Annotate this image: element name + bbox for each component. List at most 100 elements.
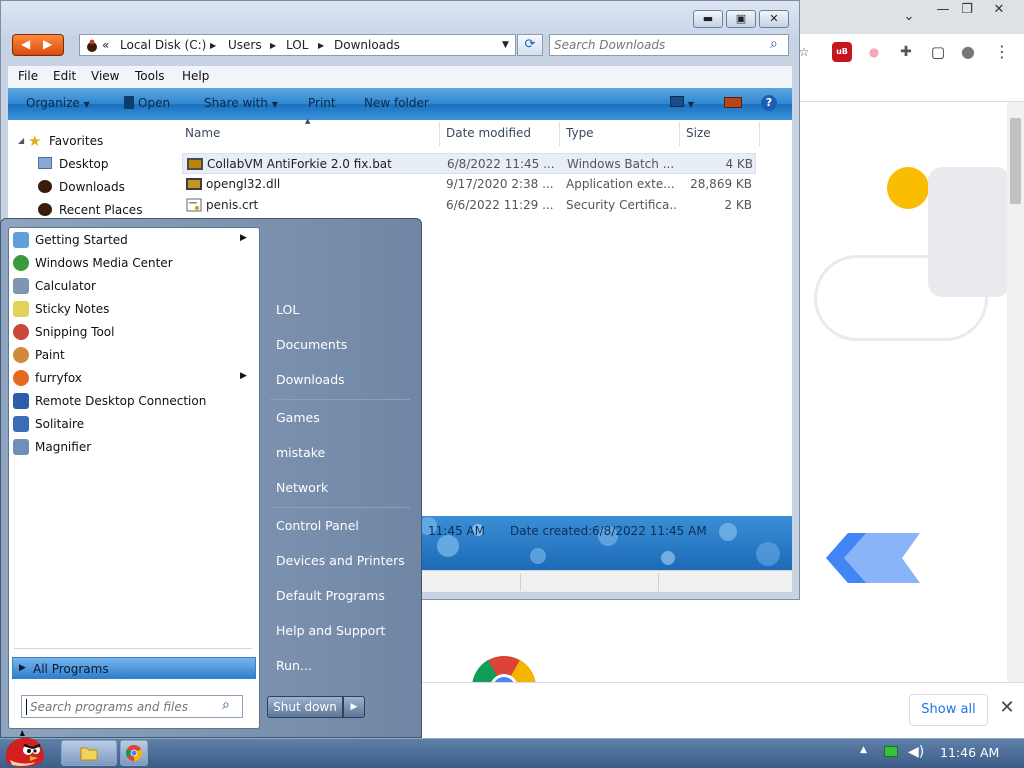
program-snipping-tool[interactable]: Snipping Tool — [8, 321, 258, 343]
side-panel-icon[interactable]: ▢ — [928, 42, 948, 62]
start-search-box[interactable]: ⌕ — [21, 695, 243, 718]
address-bar[interactable]: « Local Disk (C:) ▶ Users ▶ LOL ▶ Downlo… — [79, 34, 516, 56]
start-link-default-programs[interactable]: Default Programs — [276, 588, 385, 603]
chrome-close-button[interactable]: ✕ — [982, 0, 1016, 21]
start-link-games[interactable]: Games — [276, 410, 320, 425]
address-separator[interactable]: ▶ — [270, 41, 276, 50]
start-link-devices-and-printers[interactable]: Devices and Printers — [276, 553, 405, 568]
address-part-lol[interactable]: LOL — [286, 38, 308, 52]
file-row[interactable]: CollabVM AntiForkie 2.0 fix.bat 6/8/2022… — [182, 153, 756, 174]
tray-expand-icon[interactable]: ▲ — [860, 745, 867, 755]
explorer-search-input[interactable] — [554, 37, 764, 53]
program-solitaire[interactable]: Solitaire — [8, 413, 258, 435]
column-separator[interactable] — [679, 122, 680, 146]
start-link-lol[interactable]: LOL — [276, 302, 299, 317]
start-link-control-panel[interactable]: Control Panel — [276, 518, 359, 533]
explorer-maximize-button[interactable]: ▣ — [726, 10, 756, 28]
forward-button[interactable]: ▶ — [43, 37, 52, 51]
menu-file[interactable]: File — [18, 69, 38, 83]
chrome-tab-search-icon[interactable]: ⌄ — [892, 6, 926, 28]
ublock-icon[interactable]: uB — [832, 42, 852, 62]
program-magnifier[interactable]: Magnifier — [8, 436, 258, 458]
expand-triangle-icon[interactable]: ◢ — [18, 136, 24, 145]
all-programs-button[interactable]: ▶ All Programs — [12, 657, 256, 679]
file-row[interactable]: opengl32.dll 9/17/2020 2:38 ... Applicat… — [182, 174, 756, 195]
address-separator[interactable]: ▶ — [210, 41, 216, 50]
back-button[interactable]: ◀ — [21, 37, 30, 51]
desktop-icon — [38, 157, 52, 169]
print-button[interactable]: Print — [308, 96, 336, 110]
start-link-help-and-support[interactable]: Help and Support — [276, 623, 385, 638]
explorer-close-button[interactable]: ✕ — [759, 10, 789, 28]
shut-down-options-icon[interactable]: ▶ — [343, 696, 365, 718]
start-button-angry-bird-icon[interactable] — [2, 730, 46, 768]
explorer-minimize-button[interactable]: ▬ — [693, 10, 723, 28]
start-link-run[interactable]: Run... — [276, 658, 312, 673]
program-remote-desktop-connection[interactable]: Remote Desktop Connection — [8, 390, 258, 412]
search-icon[interactable]: ⌕ — [770, 36, 778, 52]
nav-downloads[interactable]: Downloads — [59, 180, 125, 194]
chrome-restore-button[interactable]: ❐ — [950, 0, 984, 21]
program-furryfox[interactable]: furryfox ▶ — [8, 367, 258, 389]
paint-icon — [13, 347, 29, 363]
address-part-local-disk[interactable]: Local Disk (C:) — [120, 38, 206, 52]
taskbar-chrome-button[interactable] — [120, 740, 148, 766]
view-options-icon[interactable]: ▼ — [670, 96, 694, 110]
nav-desktop[interactable]: Desktop — [59, 157, 109, 171]
flag-extension-icon[interactable]: ● — [864, 42, 884, 62]
volume-icon[interactable]: ◀) — [908, 744, 924, 760]
program-windows-media-center[interactable]: Windows Media Center — [8, 252, 258, 274]
program-calculator[interactable]: Calculator — [8, 275, 258, 297]
column-date-modified[interactable]: Date modified — [446, 126, 531, 140]
taskbar-clock[interactable]: 11:46 AM — [940, 745, 999, 760]
chrome-scroll-thumb[interactable] — [1010, 118, 1021, 204]
open-button[interactable]: Open — [124, 96, 170, 110]
menu-help[interactable]: Help — [182, 69, 209, 83]
column-separator[interactable] — [759, 122, 760, 146]
all-programs-label: All Programs — [33, 662, 109, 676]
new-folder-button[interactable]: New folder — [364, 96, 429, 110]
file-row[interactable]: penis.crt 6/6/2022 11:29 ... Security Ce… — [182, 195, 756, 216]
network-icon[interactable] — [884, 746, 898, 757]
organize-button[interactable]: Organize ▼ — [26, 96, 90, 110]
nav-recent-places[interactable]: Recent Places — [59, 203, 142, 217]
file-date: 9/17/2020 2:38 ... — [446, 177, 554, 191]
nav-favorites[interactable]: Favorites — [49, 134, 103, 148]
program-paint[interactable]: Paint — [8, 344, 258, 366]
program-getting-started[interactable]: Getting Started ▶ — [8, 229, 258, 251]
address-dropdown-icon[interactable]: ▼ — [502, 40, 509, 50]
sticky-notes-icon — [13, 301, 29, 317]
address-part-downloads[interactable]: Downloads — [334, 38, 400, 52]
profile-icon[interactable]: ● — [958, 42, 978, 62]
start-link-mistake[interactable]: mistake — [276, 445, 325, 460]
column-type[interactable]: Type — [566, 126, 594, 140]
refresh-icon[interactable]: ⟳ — [517, 34, 543, 56]
start-link-network[interactable]: Network — [276, 480, 328, 495]
start-search-input[interactable] — [30, 699, 215, 715]
address-separator[interactable]: ▶ — [318, 41, 324, 50]
start-link-downloads[interactable]: Downloads — [276, 372, 345, 387]
column-name[interactable]: Name — [185, 126, 220, 140]
show-all-button[interactable]: Show all — [909, 694, 988, 726]
program-sticky-notes[interactable]: Sticky Notes — [8, 298, 258, 320]
search-icon[interactable]: ⌕ — [222, 697, 230, 713]
menu-tools[interactable]: Tools — [135, 69, 165, 83]
shut-down-button[interactable]: Shut down — [267, 696, 343, 718]
address-part-users[interactable]: Users — [228, 38, 262, 52]
explorer-search-box[interactable]: ⌕ — [549, 34, 789, 56]
taskbar-explorer-button[interactable] — [61, 740, 117, 766]
puzzle-icon[interactable]: ✚ — [896, 42, 916, 62]
column-separator[interactable] — [439, 122, 440, 146]
help-icon[interactable]: ? — [761, 95, 777, 111]
menu-view[interactable]: View — [91, 69, 119, 83]
address-overflow[interactable]: « — [102, 38, 109, 52]
share-with-button[interactable]: Share with ▼ — [204, 96, 278, 110]
menu-edit[interactable]: Edit — [53, 69, 76, 83]
downloads-icon — [38, 180, 52, 193]
preview-pane-icon[interactable] — [724, 97, 742, 111]
start-link-documents[interactable]: Documents — [276, 337, 347, 352]
kebab-menu-icon[interactable]: ⋮ — [992, 42, 1012, 62]
column-size[interactable]: Size — [686, 126, 711, 140]
download-shelf-close-icon[interactable]: ✕ — [996, 697, 1018, 719]
column-separator[interactable] — [559, 122, 560, 146]
